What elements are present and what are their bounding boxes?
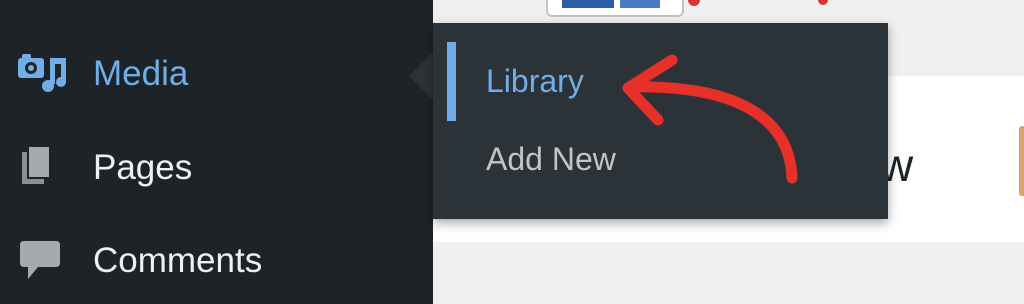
sidebar-item-label: Media <box>93 54 189 93</box>
decorative-mark <box>688 0 700 6</box>
sidebar-item-label: Pages <box>93 148 193 187</box>
thumbnail-graphic <box>620 0 660 8</box>
pages-icon <box>18 144 66 192</box>
sidebar-item-pages[interactable]: Pages <box>0 128 433 208</box>
sidebar-item-media[interactable]: Media <box>0 34 433 114</box>
button-edge[interactable] <box>1019 126 1024 196</box>
sidebar-item-comments[interactable]: Comments <box>0 221 433 301</box>
submenu-item-library[interactable]: Library <box>486 61 584 101</box>
thumbnail-graphic <box>562 0 614 8</box>
sidebar-item-label: Comments <box>93 241 263 280</box>
decorative-mark <box>818 0 828 5</box>
media-icon <box>18 50 66 98</box>
admin-sidebar: Media Pages Comments <box>0 0 433 304</box>
submenu-item-add-new[interactable]: Add New <box>486 139 616 179</box>
comments-icon <box>18 237 66 285</box>
flyout-pointer <box>409 52 433 100</box>
media-submenu: Library Add New <box>433 23 888 219</box>
current-indicator <box>447 42 456 121</box>
media-thumbnail <box>546 0 684 17</box>
